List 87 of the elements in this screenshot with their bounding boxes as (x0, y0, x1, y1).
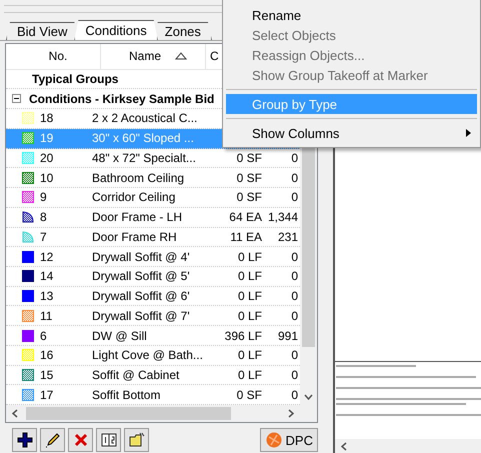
quantity-cell: 0 SF (236, 190, 262, 204)
table-row[interactable]: 16 Light Cove @ Bath... 0 LF 0 (6, 346, 300, 366)
scroll-left-icon[interactable] (341, 442, 347, 450)
group-title: Conditions - Kirksey Sample Bid (29, 92, 214, 106)
table-cell: 0 (291, 368, 298, 382)
table-cell: 0 (291, 250, 298, 264)
table-cell: 0 (291, 269, 298, 284)
name-cell-text: Soffit @ Cabinet (92, 368, 180, 382)
scroll-down-icon[interactable] (304, 394, 313, 400)
table-row[interactable]: 11 Drywall Soffit @ 7' 0 LF 0 (6, 306, 300, 326)
number-cell-text: 17 (40, 388, 54, 402)
number-cell-text: 19 (40, 131, 54, 146)
table-row[interactable]: 15 Soffit @ Cabinet 0 LF 0 (6, 366, 300, 386)
table-cell: 0 (291, 308, 298, 323)
quantity-cell: 11 EA (230, 230, 262, 244)
scroll-left-icon[interactable] (12, 409, 18, 418)
number-cell-text: 11 (40, 308, 54, 323)
table-cell: 0 (291, 150, 298, 165)
number-cell-text: 15 (40, 368, 54, 382)
table-row[interactable]: 9 Corridor Ceiling 0 SF 0 (6, 188, 300, 208)
name-cell-text: Drywall Soffit @ 7' (92, 308, 191, 323)
number-cell-text: 6 (40, 328, 48, 343)
folder-button[interactable] (124, 428, 149, 452)
scrollbar-thumb[interactable] (26, 407, 231, 420)
table-row[interactable]: 7 Door Frame RH 11 EA 231 (6, 228, 300, 248)
table-cell: 1,344 (268, 210, 298, 224)
number-cell-text: 16 (40, 348, 54, 362)
dpc-button[interactable]: DPC (260, 428, 318, 452)
number-cell-text: 14 (40, 269, 54, 284)
column-header[interactable]: C (210, 49, 219, 64)
table-cell: 0 (291, 289, 298, 304)
number-cell-text: 18 (40, 111, 54, 126)
name-cell-text: 2 x 2 Acoustical C... (92, 111, 198, 126)
column-header[interactable]: Name (128, 49, 161, 64)
name-cell-text: Bathroom Ceiling (92, 170, 186, 185)
quantity-cell: 0 SF (236, 170, 262, 185)
table-cell: 991 (278, 328, 298, 343)
name-cell-text: Door Frame - LH (92, 210, 184, 224)
quantity-cell: 0 LF (238, 269, 262, 284)
name-cell-text: Light Cove @ Bath... (92, 348, 204, 362)
number-cell-text: 20 (40, 150, 54, 165)
pencil-button[interactable] (40, 428, 65, 452)
quantity-cell: 396 LF (224, 328, 262, 343)
name-cell-text: 48" x 72" Specialt... (92, 150, 197, 165)
number-cell-text: 8 (40, 210, 48, 224)
quantity-cell: 64 EA (229, 210, 262, 224)
plus-button[interactable] (12, 428, 37, 452)
table-row[interactable]: 14 Drywall Soffit @ 5' 0 LF 0 (6, 266, 300, 287)
dpc-logo-icon (264, 431, 283, 449)
number-cell-text: 13 (40, 289, 54, 304)
number-cell-text: 9 (40, 190, 48, 204)
name-cell-text: Corridor Ceiling (92, 190, 176, 204)
table-row[interactable]: 10 Bathroom Ceiling 0 SF 0 (6, 168, 300, 188)
quantity-cell: 0 LF (238, 250, 262, 264)
name-cell-text: Soffit Bottom (92, 388, 162, 402)
name-cell-text: Drywall Soffit @ 5' (92, 269, 191, 284)
table-row[interactable]: 12 Drywall Soffit @ 4' 0 LF 0 (6, 247, 300, 267)
table-row[interactable]: 6 DW @ Sill 396 LF 991 (6, 326, 300, 346)
menu-item[interactable]: Rename (226, 5, 477, 25)
quantity-cell: 0 LF (238, 289, 262, 304)
name-cell-text: 30" x 60" Sloped ... (92, 131, 195, 146)
quantity-cell: 0 LF (238, 368, 262, 382)
table-row[interactable]: 8 Door Frame - LH 64 EA 1,344 (6, 208, 300, 228)
tab[interactable]: Conditions (74, 20, 158, 40)
table-cell: 0 (291, 348, 298, 362)
quantity-cell: 0 LF (238, 308, 262, 323)
table-cell: 0 (291, 388, 298, 402)
table-cell: 0 (291, 190, 298, 204)
number-cell-text: 12 (40, 250, 54, 264)
name-cell-text: Drywall Soffit @ 6' (92, 289, 191, 304)
scroll-right-icon[interactable] (288, 409, 294, 418)
table-cell: 0 (291, 170, 298, 185)
quantity-cell: 0 SF (236, 150, 262, 165)
quantity-cell: 0 LF (238, 348, 262, 362)
name-cell-text: DW @ Sill (92, 328, 148, 343)
table-row[interactable]: 13 Drywall Soffit @ 6' 0 LF 0 (6, 286, 300, 306)
collapse-icon[interactable] (12, 94, 21, 104)
table-cell: 231 (278, 230, 298, 244)
column-header[interactable]: No. (48, 49, 68, 64)
delete-button[interactable] (68, 428, 93, 452)
number-cell-text: 10 (40, 170, 54, 185)
name-cell-text: Door Frame RH (92, 230, 178, 244)
quantity-cell: 0 SF (236, 388, 262, 402)
name-cell-text: Drywall Soffit @ 4' (92, 250, 191, 264)
numbered-cards-button[interactable] (96, 428, 121, 452)
group-title: Typical Groups (32, 72, 118, 86)
number-cell-text: 7 (40, 230, 48, 244)
